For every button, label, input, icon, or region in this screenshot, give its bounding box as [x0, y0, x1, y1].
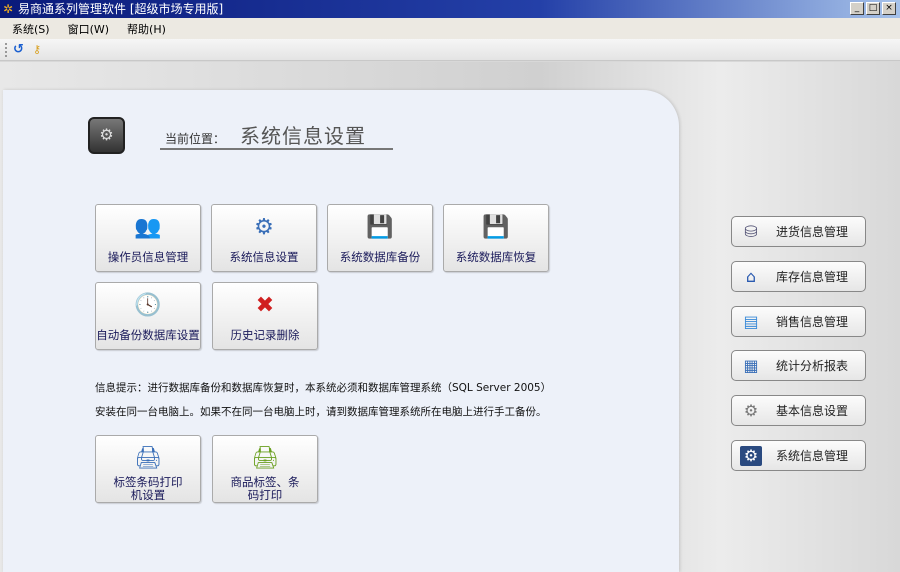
- disk-backup-icon: 💾: [366, 215, 394, 240]
- toolbar-grip[interactable]: [5, 43, 7, 57]
- basic-info-settings-button[interactable]: ⚙ 基本信息设置: [731, 395, 866, 426]
- location-value: 系统信息设置: [240, 124, 366, 148]
- system-info-settings-button[interactable]: ⚙ 系统信息设置: [211, 204, 317, 272]
- database-backup-button[interactable]: 💾 系统数据库备份: [327, 204, 433, 272]
- location-label: 当前位置：: [165, 132, 226, 146]
- database-restore-button[interactable]: 💾 系统数据库恢复: [443, 204, 549, 272]
- statistics-report-button[interactable]: ▦ 统计分析报表: [731, 350, 866, 381]
- printer-icon: 🖨: [134, 446, 162, 471]
- label-printer-settings-button[interactable]: 🖨 标签条码打印机设置: [95, 435, 201, 503]
- window-title: 易商通系列管理软件 [超级市场专用版]: [18, 2, 224, 16]
- delete-folder-icon: ✖: [255, 293, 275, 318]
- users-icon: 👥: [134, 215, 162, 240]
- title-bar: ✲ 易商通系列管理软件 [超级市场专用版] _ □ ×: [0, 0, 900, 18]
- barcode-printer-icon: 🖨: [251, 446, 279, 471]
- app-logo-icon: ✲: [3, 2, 14, 16]
- history-delete-button[interactable]: ✖ 历史记录删除: [212, 282, 318, 350]
- purchase-info-button[interactable]: ⛁ 进货信息管理: [731, 216, 866, 247]
- close-button[interactable]: ×: [882, 2, 896, 15]
- report-icon: ▦: [743, 355, 759, 375]
- menu-help[interactable]: 帮助(H): [127, 21, 166, 37]
- system-gear-icon: ⚙: [740, 445, 762, 466]
- document-gear-icon: ⚙: [743, 400, 759, 420]
- database-icon: ⛁: [744, 221, 758, 241]
- settings-gears-icon: ⚙: [88, 117, 125, 154]
- disk-restore-icon: 💾: [482, 215, 510, 240]
- key-icon[interactable]: ⚷: [33, 42, 41, 58]
- house-icon: ⌂: [745, 266, 757, 286]
- menu-window[interactable]: 窗口(W): [68, 21, 109, 37]
- gear-icon: ⚙: [254, 215, 274, 240]
- minimize-button[interactable]: _: [850, 2, 864, 15]
- operator-info-button[interactable]: 👥 操作员信息管理: [95, 204, 201, 272]
- clock-disk-icon: 🕓: [134, 293, 162, 318]
- menu-system[interactable]: 系统(S): [12, 21, 50, 37]
- refresh-icon[interactable]: ↺: [13, 42, 24, 58]
- menu-bar: 系统(S) 窗口(W) 帮助(H): [0, 18, 900, 39]
- toolbar: ↺ ⚷: [0, 39, 900, 61]
- maximize-button[interactable]: □: [866, 2, 880, 15]
- auto-backup-settings-button[interactable]: 🕓 自动备份数据库设置: [95, 282, 201, 350]
- barcode-print-button[interactable]: 🖨 商品标签、条码打印: [212, 435, 318, 503]
- system-info-management-button[interactable]: ⚙ 系统信息管理: [731, 440, 866, 471]
- info-tip-line2: 安装在同一台电脑上。如果不在同一台电脑上时，请到数据库管理系统所在电脑上进行手工…: [95, 406, 547, 418]
- sales-info-button[interactable]: ▤ 销售信息管理: [731, 306, 866, 337]
- info-tip-line1: 信息提示：进行数据库备份和数据库恢复时，本系统必须和数据库管理系统（SQL Se…: [95, 382, 552, 394]
- inventory-info-button[interactable]: ⌂ 库存信息管理: [731, 261, 866, 292]
- sales-icon: ▤: [743, 311, 759, 331]
- location-underline: [160, 148, 393, 150]
